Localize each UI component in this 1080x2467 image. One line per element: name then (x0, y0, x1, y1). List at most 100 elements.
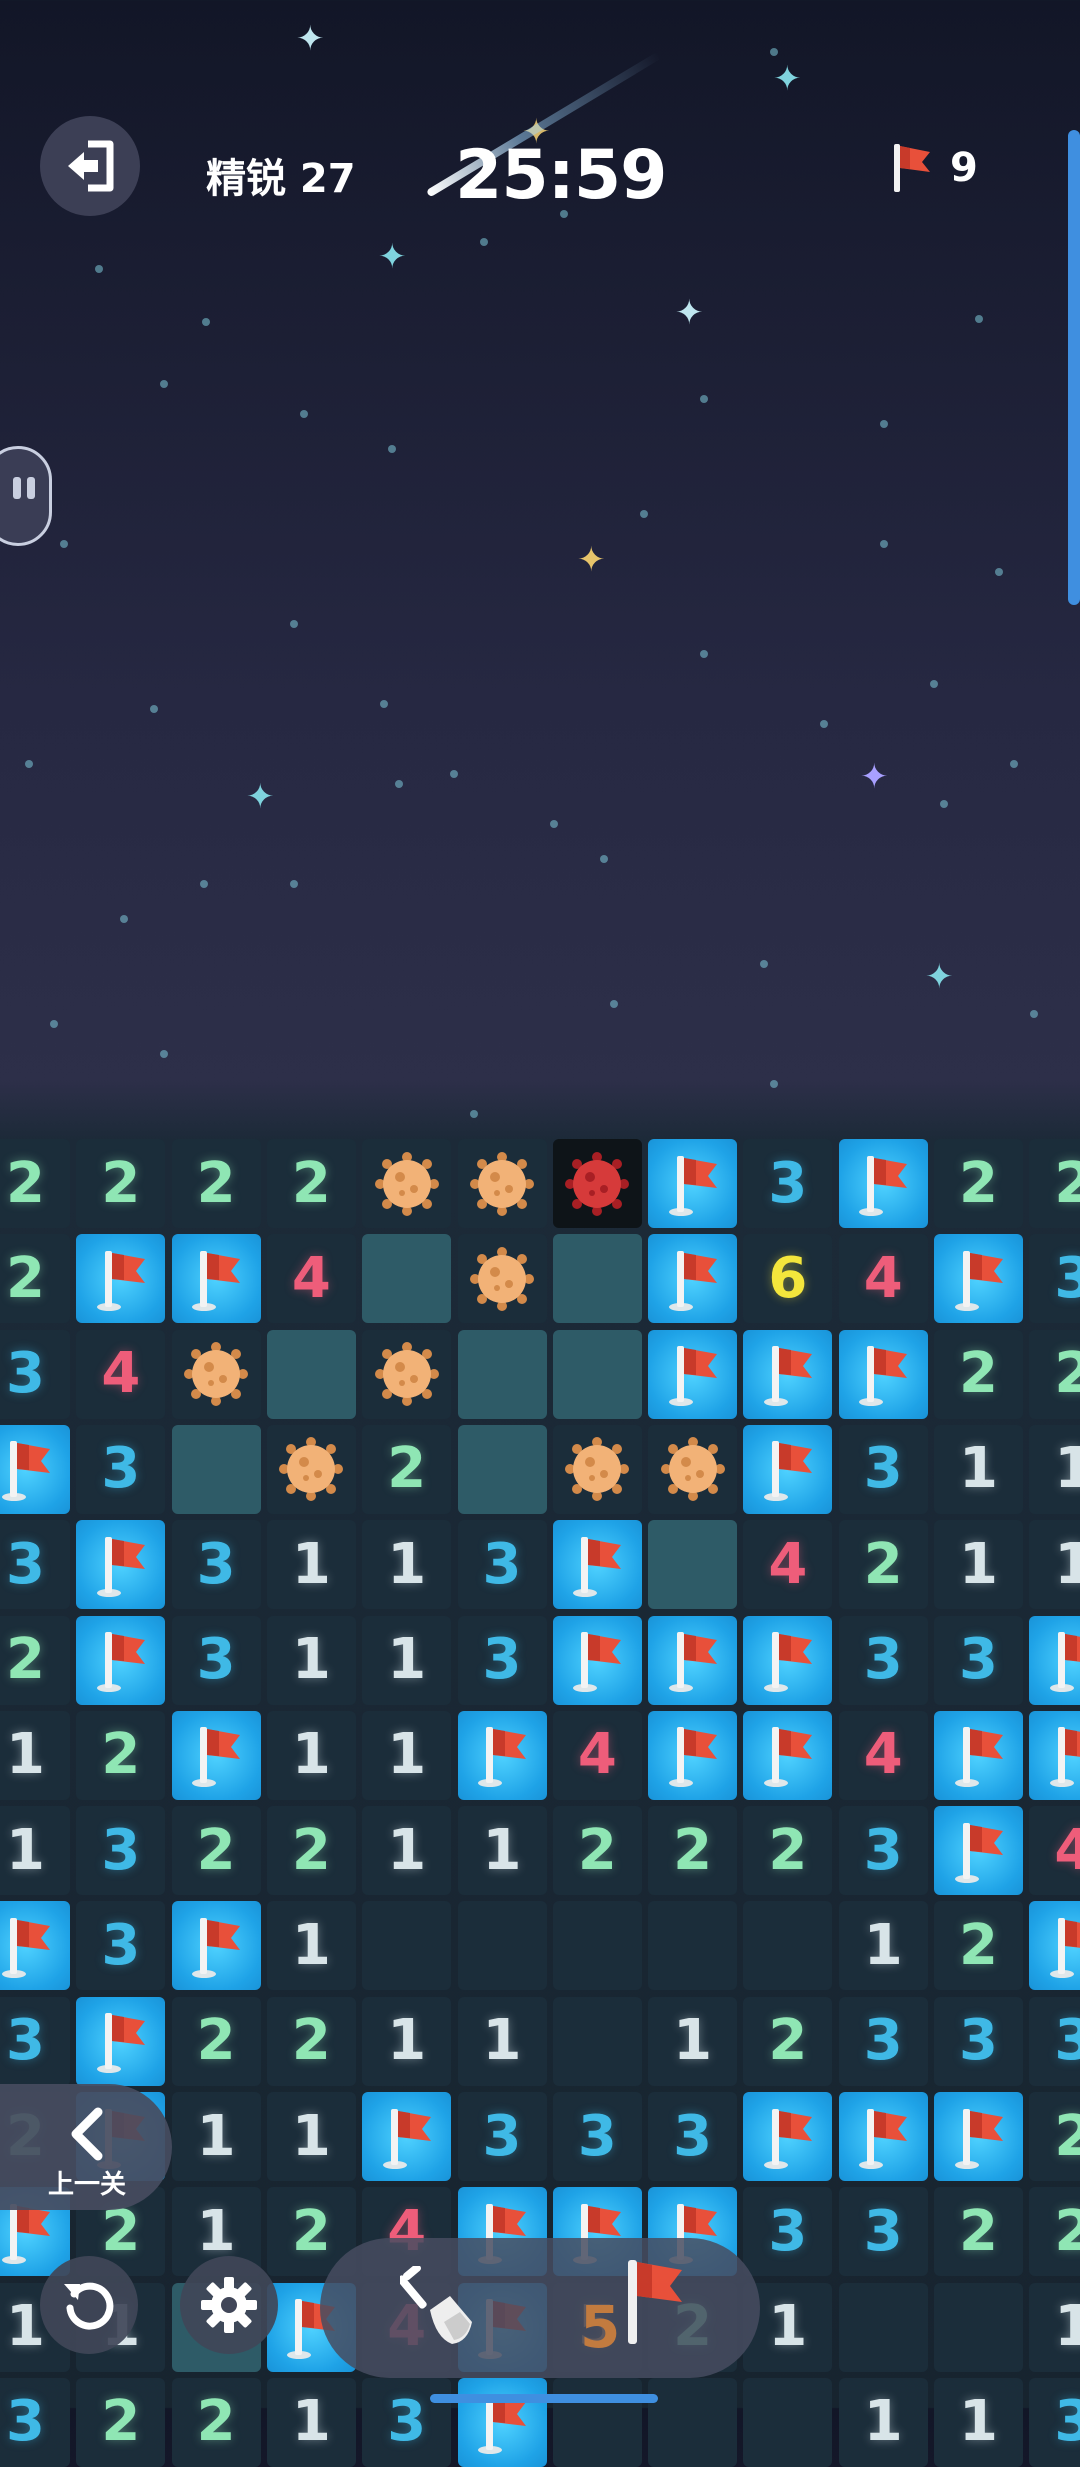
number-cell[interactable]: 2 (934, 2187, 1023, 2277)
number-cell[interactable]: 3 (0, 1996, 70, 2086)
flagged-cell[interactable] (648, 1234, 738, 1324)
number-cell[interactable]: 1 (362, 1520, 452, 1610)
number-cell[interactable]: 2 (171, 1139, 261, 1228)
number-cell[interactable]: 3 (838, 2187, 928, 2277)
number-cell[interactable]: 1 (266, 2092, 356, 2181)
flagged-cell[interactable] (934, 2092, 1023, 2181)
flagged-cell[interactable] (838, 1329, 928, 1419)
number-cell[interactable]: 3 (0, 2377, 70, 2467)
flagged-cell[interactable] (743, 1329, 833, 1419)
number-cell[interactable]: 2 (648, 1806, 738, 1896)
flagged-cell[interactable] (457, 2377, 547, 2467)
number-cell[interactable]: 3 (1029, 1996, 1080, 2086)
number-cell[interactable]: 2 (171, 1996, 261, 2086)
flagged-cell[interactable] (1029, 1710, 1080, 1800)
flagged-cell[interactable] (743, 2092, 833, 2181)
number-cell[interactable]: 3 (457, 2092, 547, 2181)
empty-cell[interactable] (743, 1901, 833, 1991)
number-cell[interactable]: 2 (934, 1329, 1023, 1419)
number-cell[interactable]: 1 (457, 1806, 547, 1896)
number-cell[interactable]: 3 (76, 1424, 166, 1514)
flagged-cell[interactable] (743, 1710, 833, 1800)
hidden-cell[interactable] (648, 1520, 738, 1610)
hidden-cell[interactable] (457, 1424, 547, 1514)
flagged-cell[interactable] (648, 1615, 738, 1705)
tool-selector[interactable] (320, 2238, 760, 2378)
flagged-cell[interactable] (76, 1615, 166, 1705)
previous-level-button[interactable]: 上一关 (0, 2084, 172, 2210)
flagged-cell[interactable] (838, 2092, 928, 2181)
number-cell[interactable]: 3 (171, 1520, 261, 1610)
number-cell[interactable]: 2 (362, 1424, 452, 1514)
number-cell[interactable]: 3 (838, 1806, 928, 1896)
flagged-cell[interactable] (457, 1710, 547, 1800)
empty-cell[interactable] (552, 1901, 642, 1991)
number-cell[interactable]: 3 (76, 1901, 166, 1991)
empty-cell[interactable] (457, 1901, 547, 1991)
flagged-cell[interactable] (934, 1806, 1023, 1896)
empty-cell[interactable] (552, 1996, 642, 2086)
flagged-cell[interactable] (1029, 1615, 1080, 1705)
number-cell[interactable]: 1 (362, 1615, 452, 1705)
flagged-cell[interactable] (0, 1424, 70, 1514)
side-drawer-handle[interactable] (0, 446, 52, 546)
flagged-cell[interactable] (362, 2092, 452, 2181)
number-cell[interactable]: 3 (552, 2092, 642, 2181)
number-cell[interactable]: 3 (362, 2377, 452, 2467)
number-cell[interactable]: 2 (266, 1806, 356, 1896)
number-cell[interactable]: 3 (743, 1139, 833, 1228)
hidden-cell[interactable] (457, 1329, 547, 1419)
empty-cell[interactable] (934, 2282, 1023, 2372)
number-cell[interactable]: 3 (648, 2092, 738, 2181)
mine-cell[interactable] (457, 1139, 547, 1228)
empty-cell[interactable] (838, 2282, 928, 2372)
number-cell[interactable]: 3 (171, 1615, 261, 1705)
number-cell[interactable]: 2 (171, 1806, 261, 1896)
number-cell[interactable]: 2 (552, 1806, 642, 1896)
empty-cell[interactable] (648, 2377, 738, 2467)
number-cell[interactable]: 1 (0, 1710, 70, 1800)
number-cell[interactable]: 4 (743, 1520, 833, 1610)
number-cell[interactable]: 3 (934, 1615, 1023, 1705)
number-cell[interactable]: 2 (266, 1996, 356, 2086)
number-cell[interactable]: 2 (0, 1139, 70, 1228)
number-cell[interactable]: 2 (934, 1139, 1023, 1228)
number-cell[interactable]: 2 (743, 1806, 833, 1896)
flag-tool-button[interactable] (620, 2256, 690, 2356)
hidden-cell[interactable] (362, 1234, 452, 1324)
number-cell[interactable]: 1 (362, 1996, 452, 2086)
scrollbar[interactable] (1068, 130, 1080, 605)
hidden-cell[interactable] (552, 1329, 642, 1419)
flagged-cell[interactable] (1029, 1901, 1080, 1991)
number-cell[interactable]: 4 (838, 1234, 928, 1324)
number-cell[interactable]: 2 (76, 2377, 166, 2467)
number-cell[interactable]: 1 (171, 2092, 261, 2181)
number-cell[interactable]: 1 (648, 1996, 738, 2086)
number-cell[interactable]: 3 (1029, 1234, 1080, 1324)
number-cell[interactable]: 2 (743, 1996, 833, 2086)
hidden-cell[interactable] (266, 1329, 356, 1419)
number-cell[interactable]: 1 (934, 1520, 1023, 1610)
flagged-cell[interactable] (743, 1615, 833, 1705)
number-cell[interactable]: 3 (457, 1520, 547, 1610)
flagged-cell[interactable] (934, 1710, 1023, 1800)
number-cell[interactable]: 1 (362, 1806, 452, 1896)
mine-cell[interactable] (457, 1234, 547, 1324)
number-cell[interactable]: 2 (1029, 2092, 1080, 2181)
number-cell[interactable]: 4 (1029, 1806, 1080, 1896)
exit-button[interactable] (40, 116, 140, 216)
number-cell[interactable]: 2 (266, 1139, 356, 1228)
number-cell[interactable]: 4 (838, 1710, 928, 1800)
number-cell[interactable]: 3 (743, 2187, 833, 2277)
flagged-cell[interactable] (648, 1139, 738, 1228)
number-cell[interactable]: 1 (266, 1710, 356, 1800)
settings-button[interactable] (180, 2256, 278, 2354)
number-cell[interactable]: 1 (934, 2377, 1023, 2467)
flagged-cell[interactable] (171, 1234, 261, 1324)
number-cell[interactable]: 1 (1029, 1520, 1080, 1610)
number-cell[interactable]: 3 (838, 1615, 928, 1705)
flagged-cell[interactable] (934, 1234, 1023, 1324)
flagged-cell[interactable] (171, 1710, 261, 1800)
mine-cell[interactable] (362, 1329, 452, 1419)
number-cell[interactable]: 2 (76, 1139, 166, 1228)
